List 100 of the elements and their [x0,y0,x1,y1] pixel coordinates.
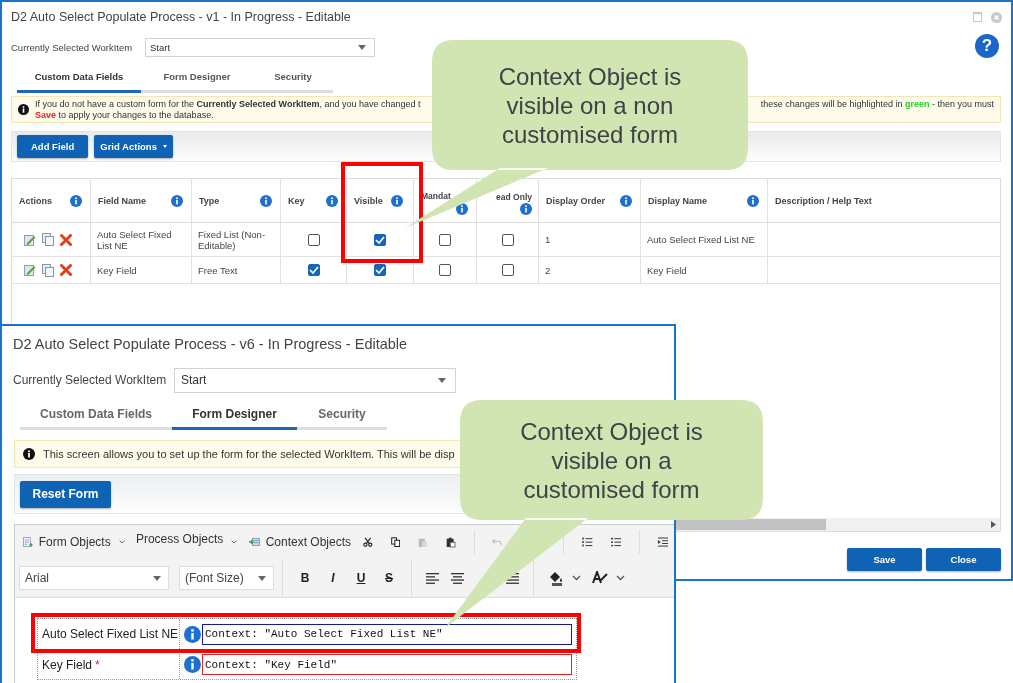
field-label: Auto Select Fixed List NE [42,627,179,641]
format-button[interactable]: B [291,571,319,585]
edit-icon[interactable] [24,233,36,246]
add-button[interactable]: Add Field [17,135,89,158]
help-button[interactable]: ? [975,34,999,58]
format-button[interactable]: I [319,571,347,585]
fill-color-icon[interactable] [548,570,564,586]
table-cell: Key Field [647,264,687,276]
tab[interactable]: Form Designer [172,401,297,430]
window-title: D2 Auto Select Populate Process - v6 - In Progress - Editable [13,336,409,354]
scroll-arrow-icon[interactable] [991,521,996,528]
spellcheck-icon[interactable] [592,571,608,585]
caret-icon [162,145,167,148]
format-button[interactable]: U [347,571,375,585]
info-icon[interactable] [260,194,272,207]
checkbox[interactable] [439,264,451,276]
align-center-icon[interactable] [451,572,464,584]
column-header[interactable]: Display Name [648,195,708,206]
caret-icon [153,575,161,581]
form-icon [23,534,33,550]
format-button[interactable]: S [375,571,403,585]
chevron-icon[interactable] [231,539,238,545]
info-icon[interactable] [520,203,532,215]
info-text: If you do not have a custom form for the Currently Selected WorkItem, and you have changed t [35,98,421,110]
checkbox[interactable] [501,233,514,246]
dropdown-button[interactable]: Grid Actions [94,135,173,158]
font-size-dropdown[interactable]: (Font Size) [179,566,274,590]
column-header[interactable]: Key [288,195,305,206]
info-icon[interactable] [390,194,403,207]
copy-icon[interactable] [390,535,401,549]
menu-button[interactable]: Context Objects [265,535,351,549]
input-field[interactable]: Context: "Auto Select Fixed List NE" [202,623,572,645]
delete-icon[interactable] [60,233,72,246]
reset-button[interactable]: Reset Form [20,480,111,508]
field-label: Key Field [42,657,93,672]
column-header[interactable]: Visible [354,195,383,206]
workitem-dropdown[interactable]: Start [174,367,456,393]
column-header[interactable]: Field Name [98,195,146,206]
info-icon[interactable] [326,194,338,207]
column-header[interactable]: ead Only [496,192,532,202]
tab[interactable]: Custom Data Fields [20,401,172,430]
scissors-icon[interactable] [363,535,373,549]
chevron-icon[interactable] [118,539,125,545]
table-cell-text: Auto Select Fixed List NE [97,228,173,251]
table-cell: Auto Select Fixed List NE [647,234,755,245]
menu-button[interactable]: Process Objects [135,532,224,546]
caret-icon [358,44,366,50]
table-cell: Key Field [97,264,137,276]
info-text: these changes will be highlighted in green - then you must [760,98,994,110]
table-cell: 2 [545,264,551,276]
tab[interactable]: Custom Data Fields [17,62,141,93]
align-left-icon[interactable] [426,572,439,584]
checkbox[interactable] [307,264,320,276]
column-header[interactable]: Type [199,195,220,206]
input-field[interactable]: Context: "Key Field" [202,654,572,675]
tab[interactable]: Security [253,62,333,93]
info-icon[interactable] [620,194,632,207]
info-text: Save to apply your changes to the database. [35,109,215,121]
table-cell-text: Fixed List (Non-Editable) [198,228,267,251]
column-header[interactable]: Actions [19,195,52,206]
column-header[interactable]: Display Order [546,195,606,206]
scrollbar[interactable] [676,518,1000,531]
callout-text: Context Object is visible on a customised form [519,416,704,504]
checkbox[interactable] [374,264,386,276]
chevron-icon[interactable] [572,575,581,581]
info-icon[interactable] [70,194,82,207]
table-cell: Free Text [198,264,238,276]
undo-icon [492,536,503,548]
bullet-list-icon[interactable] [610,535,621,549]
workitem-dropdown[interactable]: Start [145,37,375,57]
delete-icon[interactable] [60,264,72,276]
chevron-icon[interactable] [616,575,625,581]
tab[interactable]: Form Designer [141,62,253,93]
field-label: Currently Selected WorkItem [13,373,168,387]
info-icon[interactable] [184,625,201,643]
field-label: Currently Selected WorkItem [11,41,134,53]
checkbox[interactable] [439,233,451,246]
info-icon[interactable] [171,194,183,207]
info-icon[interactable] [184,656,201,673]
close-button[interactable]: Close [926,548,1001,571]
table-cell: 1 [545,234,551,245]
save-button[interactable]: Save [847,548,922,571]
checkbox[interactable] [307,233,320,246]
required-mark: * [95,657,100,672]
numbered-list-icon[interactable] [582,535,593,549]
tab[interactable]: Security [297,401,387,430]
checkbox[interactable] [374,233,386,246]
checkbox[interactable] [501,264,514,276]
caret-icon [438,377,446,383]
caret-icon [258,575,266,581]
info-icon [18,104,29,115]
menu-button[interactable]: Form Objects [38,535,111,549]
window-title: D2 Auto Select Populate Process - v1 - In Progress - Editable [11,10,352,24]
info-icon[interactable] [747,194,759,207]
edit-icon[interactable] [24,264,36,276]
column-header[interactable]: Description / Help Text [775,195,872,206]
callout-text: Context Object is visible on a non customised form [497,61,683,149]
objects-icon [248,536,260,548]
info-icon [23,448,35,460]
font-dropdown[interactable]: Arial [19,566,169,590]
